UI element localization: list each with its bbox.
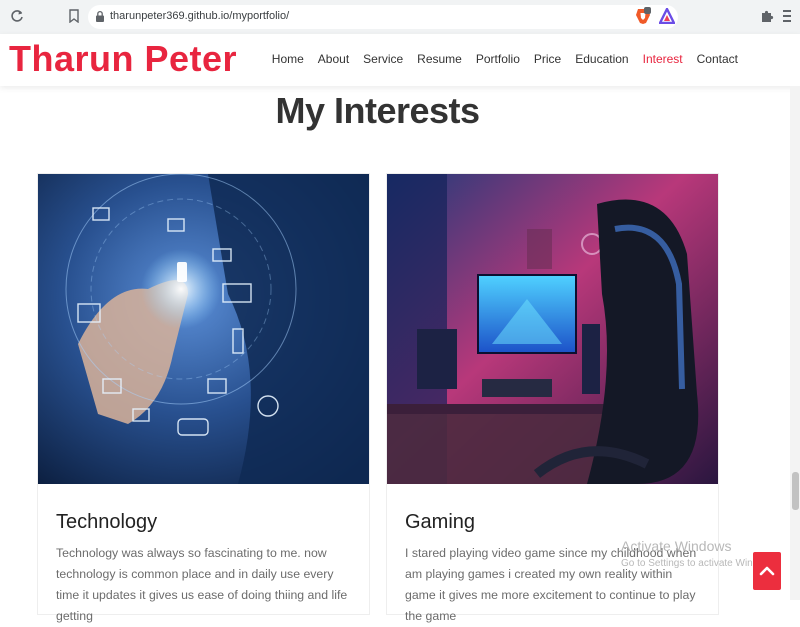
page-scrollbar[interactable]	[790, 86, 800, 600]
browser-toolbar: tharunpeter369.github.io/myportfolio/	[0, 0, 800, 35]
nav-item-portfolio[interactable]: Portfolio	[476, 52, 520, 66]
scrollbar-thumb[interactable]	[792, 472, 799, 510]
card-text: I stared playing video game since my chi…	[405, 546, 697, 623]
section-title: My Interests	[275, 90, 480, 131]
bookmark-icon[interactable]	[68, 9, 80, 23]
menu-icon[interactable]	[782, 8, 792, 24]
brand-logo[interactable]: Tharun Peter	[9, 38, 237, 80]
nav-item-about[interactable]: About	[318, 52, 349, 66]
nav-item-home[interactable]: Home	[272, 52, 304, 66]
card-title: Technology	[56, 511, 158, 533]
reload-icon[interactable]	[10, 9, 24, 23]
card-text: Technology was always so fascinating to …	[56, 546, 348, 623]
card-title: Gaming	[405, 511, 476, 533]
puzzle-icon[interactable]	[760, 9, 774, 23]
scroll-top-button[interactable]	[753, 552, 781, 590]
site-header: Tharun Peter Home About Service Resume P…	[0, 34, 800, 86]
address-bar[interactable]: tharunpeter369.github.io/myportfolio/	[88, 5, 678, 29]
nav-item-resume[interactable]: Resume	[417, 52, 462, 66]
nav-item-education[interactable]: Education	[575, 52, 628, 66]
brave-icon[interactable]	[635, 7, 651, 25]
chevron-up-icon	[759, 566, 775, 576]
triangle-icon[interactable]	[659, 8, 675, 24]
nav-item-service[interactable]: Service	[363, 52, 403, 66]
lock-icon	[96, 10, 104, 22]
url-text: tharunpeter369.github.io/myportfolio/	[110, 10, 290, 22]
interest-card-technology: Technology Technology was always so fasc…	[37, 173, 370, 623]
gaming-image	[387, 174, 718, 484]
main-nav: Home About Service Resume Portfolio Pric…	[272, 52, 738, 66]
nav-item-interest[interactable]: Interest	[643, 52, 683, 66]
technology-image	[38, 174, 369, 484]
interest-card-gaming: Gaming I stared playing video game since…	[386, 173, 719, 623]
nav-item-price[interactable]: Price	[534, 52, 561, 66]
nav-item-contact[interactable]: Contact	[697, 52, 738, 66]
